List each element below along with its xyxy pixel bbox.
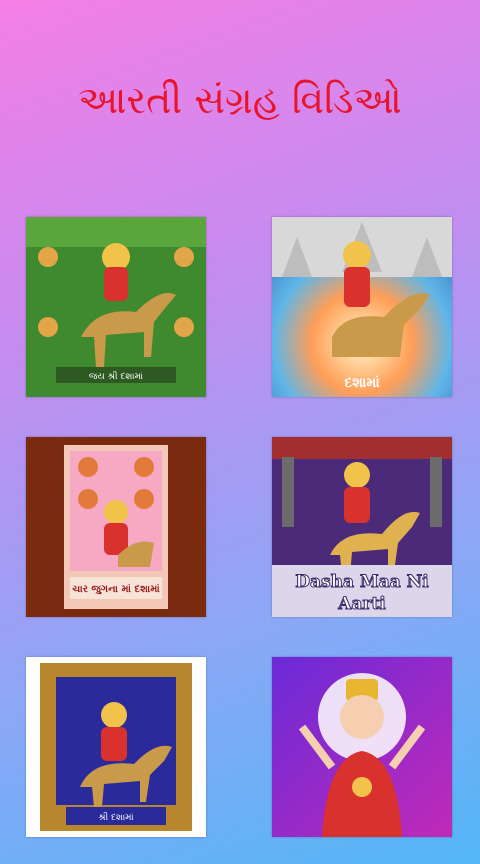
video-thumbnail-1[interactable]: જય શ્રી દશામાં — [26, 217, 206, 397]
deity-camel-green-image: જય શ્રી દશામાં — [26, 217, 206, 397]
video-thumbnail-6[interactable] — [272, 657, 452, 837]
video-caption-2: દશામાં — [344, 375, 380, 391]
video-caption-5: શ્રી દશામાં — [98, 812, 134, 823]
deity-camel-purple-image: Dasha Maa Ni Aarti — [272, 437, 452, 617]
deity-book-cover-image: ચાર જુગના માં દશામાં — [26, 437, 206, 617]
video-thumbnail-4[interactable]: Dasha Maa Ni Aarti — [272, 437, 452, 617]
video-caption-4-line1: Dasha Maa Ni — [295, 572, 429, 592]
video-caption-3: ચાર જુગના માં દશામાં — [72, 583, 160, 595]
page-title: આરતી સંગ્રહ વિડિઓ — [78, 78, 402, 122]
deity-portrait-image — [272, 657, 452, 837]
video-thumbnail-5[interactable]: શ્રી દશામાં — [26, 657, 206, 837]
deity-camel-frame-image: શ્રી દશામાં — [26, 657, 206, 837]
video-thumbnail-2[interactable]: દશામાં — [272, 217, 452, 397]
deity-camel-temple-image: દશામાં — [272, 217, 452, 397]
video-thumbnail-3[interactable]: ચાર જુગના માં દશામાં — [26, 437, 206, 617]
video-caption-1: જય શ્રી દશામાં — [89, 371, 143, 382]
video-caption-4-line2: Aarti — [337, 594, 386, 614]
